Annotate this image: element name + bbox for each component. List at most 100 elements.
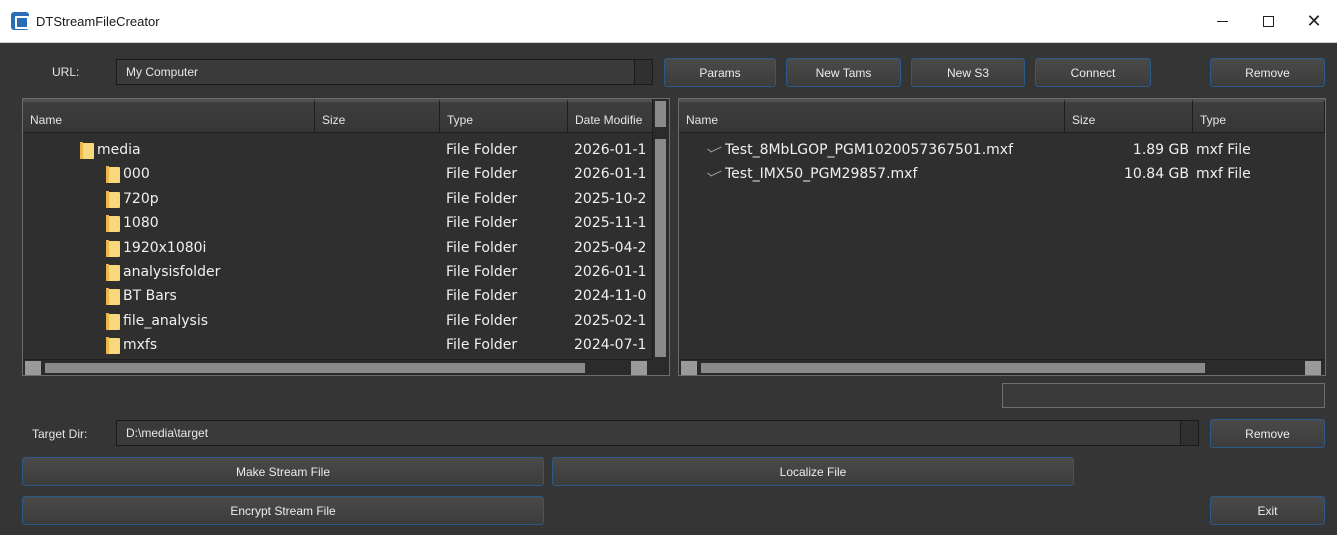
folder-row[interactable]: media File Folder 2026-01-1 [23,139,651,163]
minimize-icon [1216,21,1228,22]
folder-row[interactable]: BT Bars File Folder 2024-11-0 [23,285,651,309]
new-tams-button[interactable]: New Tams [786,58,901,87]
folder-row[interactable]: 720p File Folder 2025-10-2 [23,188,651,212]
scroll-right-button[interactable] [631,361,647,375]
folder-row[interactable]: file_analysis File Folder 2025-02-1 [23,310,651,334]
folder-name: analysisfolder [123,264,221,280]
folder-name: mxfs [123,337,158,354]
folder-type: File Folder [446,215,518,232]
file-size: 1.89 GB [1132,142,1189,158]
column-header-name[interactable]: Name [679,99,1065,133]
folder-type: File Folder [446,337,518,354]
maximize-icon [1262,16,1274,27]
remove-url-button[interactable]: Remove [1210,58,1325,87]
folder-type: File Folder [446,166,518,183]
make-stream-file-button[interactable]: Make Stream File [22,457,544,486]
new-s3-button[interactable]: New S3 [911,58,1025,87]
scrollbar-corner [653,359,669,375]
right-horizontal-scrollbar[interactable] [679,359,1325,375]
folder-row[interactable]: analysisfolder File Folder 2026-01-1 [23,261,651,285]
file-row[interactable]: Test_8MbLGOP_PGM1020057367501.mxf 1.89 GB… [679,139,1325,163]
target-dir-field[interactable]: D:\media\target [116,420,1182,446]
folder-date-modified: 2024-07-1 [574,337,647,354]
encrypt-stream-file-button[interactable]: Encrypt Stream File [22,496,544,525]
left-horizontal-scrollbar-thumb[interactable] [45,363,585,373]
folder-type: File Folder [446,239,518,256]
file-name: Test_IMX50_PGM29857.mxf [725,166,918,183]
target-dir-label: Target Dir: [32,427,88,441]
maximize-button[interactable] [1245,0,1291,43]
app-icon [11,12,29,30]
folder-icon [106,312,120,330]
folder-name: 720p [123,190,159,207]
mxf-file-icon [707,171,723,179]
folder-row[interactable]: mxfs File Folder 2024-07-1 [23,334,651,358]
remove-target-button[interactable]: Remove [1210,419,1325,448]
column-header-type[interactable]: Type [1193,99,1325,133]
folder-name: BT Bars [123,288,177,305]
left-vertical-scrollbar-top-thumb[interactable] [655,101,666,127]
close-icon: ✕ [1306,10,1322,32]
connect-button[interactable]: Connect [1035,58,1151,87]
left-vertical-scrollbar[interactable] [652,99,669,359]
scroll-right-button[interactable] [1305,361,1321,375]
folder-name: media [97,142,141,158]
folder-name: 1080 [123,215,159,232]
folder-date-modified: 2025-10-2 [574,190,647,207]
column-header-size[interactable]: Size [1065,99,1193,133]
folder-type: File Folder [446,288,518,305]
folder-type: File Folder [446,312,518,329]
folder-icon [106,190,120,208]
file-size: 10.84 GB [1124,166,1189,183]
column-header-size[interactable]: Size [315,99,440,133]
folder-name: file_analysis [123,312,209,329]
column-header-date-modified[interactable]: Date Modifie [568,99,653,133]
url-field[interactable]: My Computer [116,59,636,85]
minimize-button[interactable] [1199,0,1245,43]
scroll-left-button[interactable] [25,361,41,375]
folder-icon [106,288,120,306]
left-horizontal-scrollbar[interactable] [23,359,653,375]
folder-icon [106,166,120,184]
column-header-type[interactable]: Type [440,99,568,133]
file-name: Test_8MbLGOP_PGM1020057367501.mxf [725,142,1014,158]
close-button[interactable]: ✕ [1291,0,1337,43]
scroll-left-button[interactable] [681,361,697,375]
window-title: DTStreamFileCreator [36,14,160,29]
folder-date-modified: 2025-02-1 [574,312,647,329]
right-horizontal-scrollbar-thumb[interactable] [701,363,1205,373]
folder-date-modified: 2026-01-1 [574,264,647,280]
folder-row[interactable]: 000 File Folder 2026-01-1 [23,163,651,187]
file-type: mxf File [1196,166,1251,183]
folder-icon [80,142,94,159]
folder-type: File Folder [446,190,518,207]
folder-date-modified: 2026-01-1 [574,142,647,158]
file-list[interactable]: Name Size Type Test_8MbLGOP_PGM102005736… [678,98,1326,376]
folder-browser[interactable]: Name Size Type Date Modifie media File Fo… [22,98,670,376]
progress-bar [1002,383,1325,408]
folder-date-modified: 2025-11-1 [574,215,647,232]
url-dropdown-button[interactable] [634,59,653,85]
folder-date-modified: 2025-04-2 [574,239,647,256]
file-row[interactable]: Test_IMX50_PGM29857.mxf 10.84 GB mxf File [679,163,1325,187]
folder-icon [106,337,120,355]
file-type: mxf File [1196,142,1251,158]
folder-row[interactable]: 1080 File Folder 2025-11-1 [23,212,651,236]
folder-name: 1920x1080i [123,239,207,256]
left-vertical-scrollbar-thumb[interactable] [655,139,666,357]
column-header-name[interactable]: Name [23,99,315,133]
folder-icon [106,264,120,281]
target-dir-dropdown-button[interactable] [1180,420,1199,446]
mxf-file-icon [707,147,723,155]
folder-icon [106,239,120,257]
folder-row[interactable]: 1920x1080i File Folder 2025-04-2 [23,237,651,261]
folder-name: 000 [123,166,150,183]
params-button[interactable]: Params [664,58,776,87]
folder-date-modified: 2024-11-0 [574,288,647,305]
url-label: URL: [52,65,80,79]
title-bar: DTStreamFileCreator ✕ [0,0,1337,43]
folder-type: File Folder [446,142,518,158]
localize-file-button[interactable]: Localize File [552,457,1074,486]
folder-type: File Folder [446,264,518,280]
exit-button[interactable]: Exit [1210,496,1325,525]
